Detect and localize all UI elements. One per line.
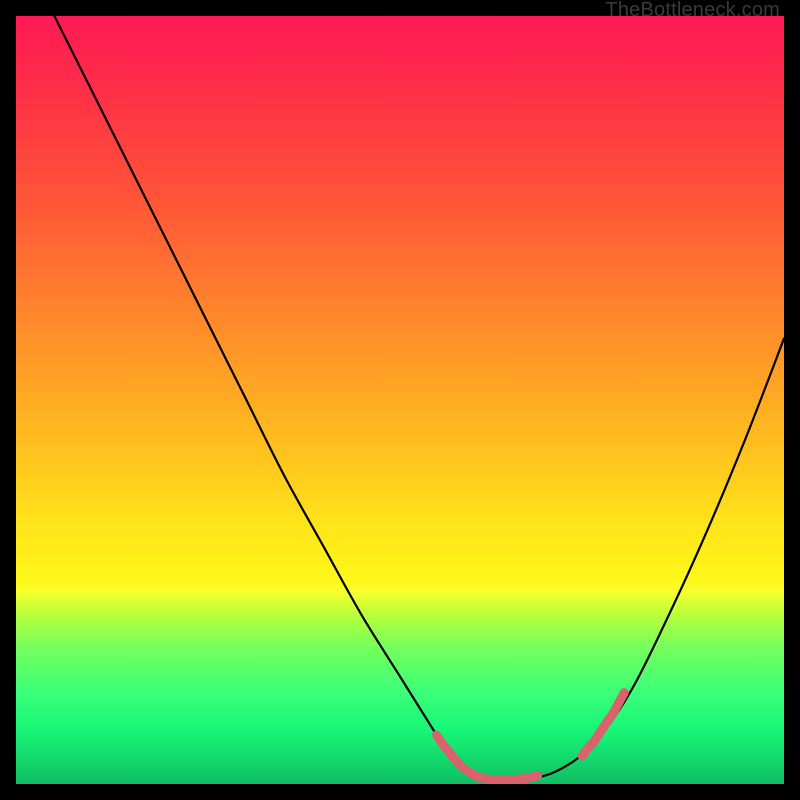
bottleneck-curve [54, 16, 784, 781]
curve-layer [16, 16, 784, 784]
chart-frame: TheBottleneck.com [0, 0, 800, 800]
plot-area [16, 16, 784, 784]
highlight-dots [430, 687, 630, 784]
